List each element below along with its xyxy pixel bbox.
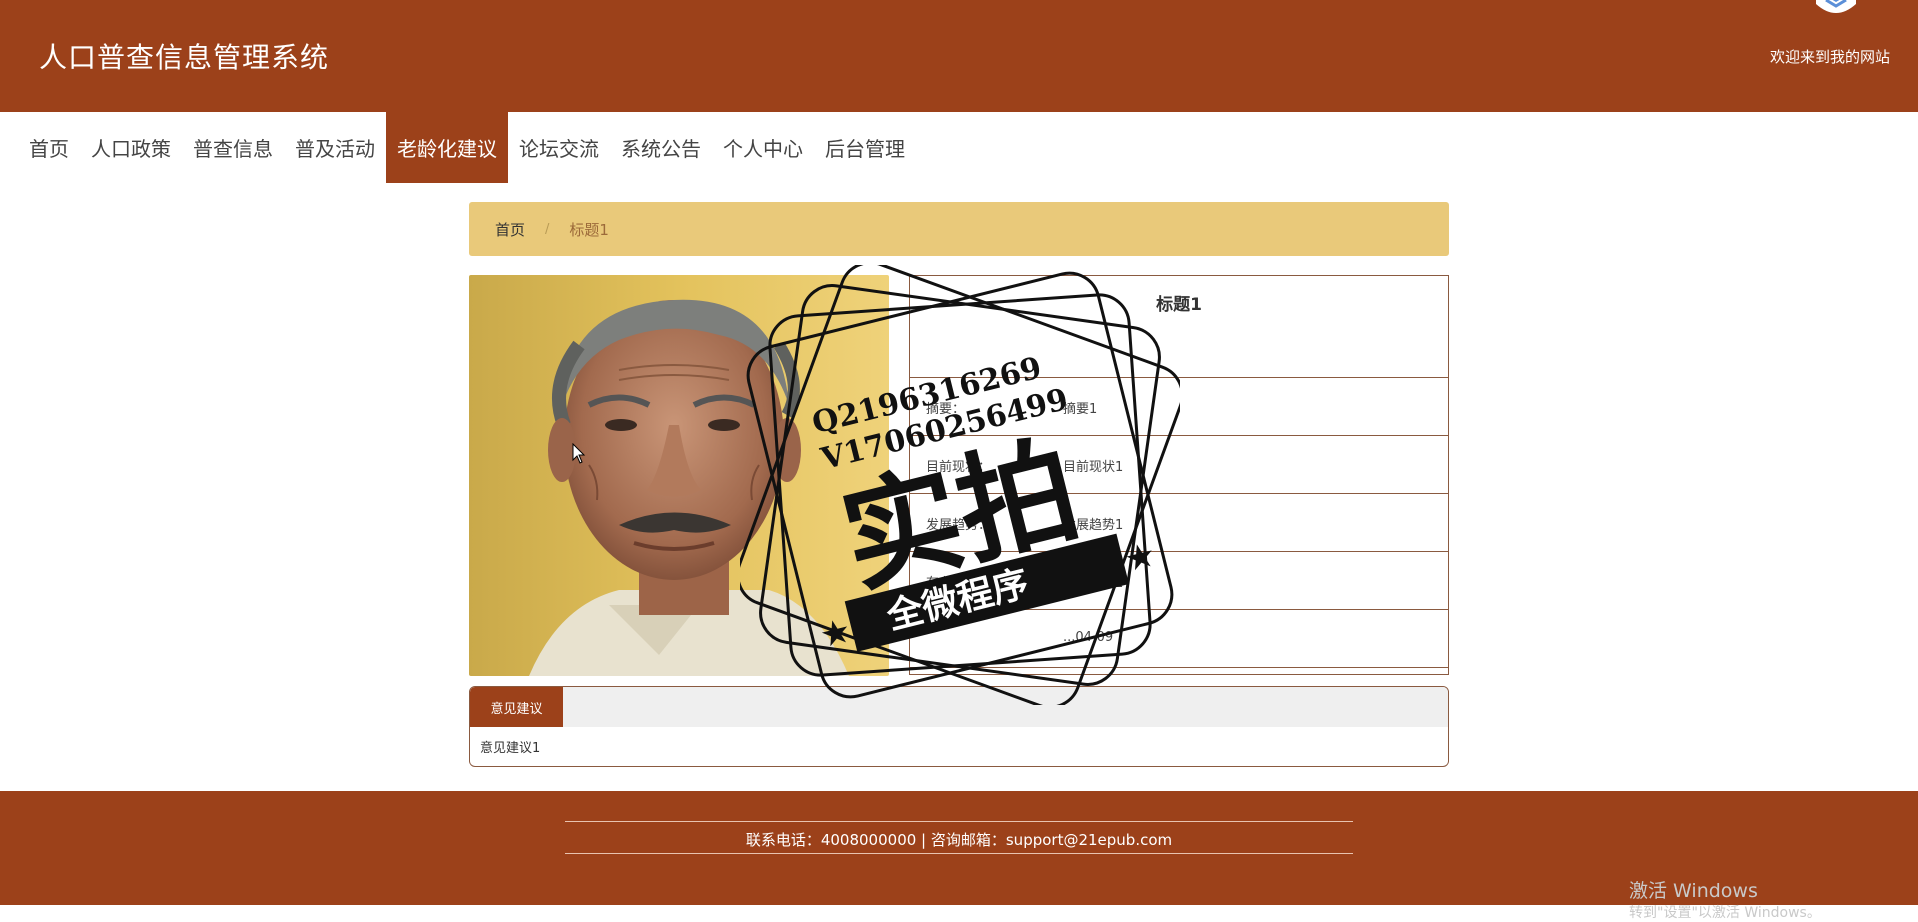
- main-nav: 首页 人口政策 普查信息 普及活动 老龄化建议 论坛交流 系统公告 个人中心 后…: [0, 112, 1918, 183]
- detail-title: 标题1: [910, 276, 1448, 378]
- detail-table: 标题1 摘要： 摘要1 目前现状： 目前现状1 发展趋势： 发展趋势1 存在问题…: [909, 275, 1449, 675]
- detail-row-trend: 发展趋势： 发展趋势1: [910, 494, 1448, 552]
- site-title[interactable]: 人口普查信息管理系统: [39, 36, 329, 76]
- detail-label: 目前现状：: [926, 460, 992, 475]
- portrait-image: [469, 275, 889, 676]
- nav-item-outreach-activities[interactable]: 普及活动: [284, 112, 386, 183]
- nav-item-announcements[interactable]: 系统公告: [610, 112, 712, 183]
- detail-value: 摘要1: [1063, 402, 1098, 417]
- welcome-text: 欢迎来到我的网站: [1769, 48, 1890, 66]
- nav-item-personal-center[interactable]: 个人中心: [712, 112, 814, 183]
- nav-item-home[interactable]: 首页: [18, 112, 80, 183]
- footer-contact: 联系电话：4008000000 | 咨询邮箱：support@21epub.co…: [745, 831, 1173, 849]
- windows-activation-subtitle: 转到"设置"以激活 Windows。: [1629, 905, 1821, 921]
- detail-label: 发展趋势：: [926, 518, 992, 533]
- detail-label: 存在问题：: [926, 576, 992, 591]
- suggestions-tabbar: 意见建议: [470, 687, 1448, 727]
- breadcrumb-current: 标题1: [569, 220, 609, 239]
- nav-item-population-policy[interactable]: 人口政策: [80, 112, 182, 183]
- detail-row-summary: 摘要： 摘要1: [910, 378, 1448, 436]
- footer-divider: [565, 853, 1353, 854]
- tab-suggestions[interactable]: 意见建议: [470, 687, 563, 727]
- nav-item-forum[interactable]: 论坛交流: [508, 112, 610, 183]
- site-header: 人口普查信息管理系统 欢迎来到我的网站: [0, 0, 1918, 112]
- detail-value: ...04-09: [1063, 630, 1114, 645]
- nav-item-census-info[interactable]: 普查信息: [182, 112, 284, 183]
- breadcrumb: 首页 / 标题1: [469, 202, 1449, 256]
- detail-label: 摘要：: [926, 402, 966, 417]
- breadcrumb-separator: /: [545, 221, 550, 237]
- detail-row-date: ...04-09: [910, 610, 1448, 668]
- nav-item-admin[interactable]: 后台管理: [814, 112, 916, 183]
- detail-row-problems: 存在问题： 存在问题1: [910, 552, 1448, 610]
- article-photo: [469, 275, 889, 676]
- mouse-cursor-icon: [572, 443, 586, 464]
- footer-divider: [565, 821, 1353, 822]
- windows-activation-title: 激活 Windows: [1629, 880, 1758, 902]
- detail-value: 发展趋势1: [1063, 518, 1124, 533]
- detail-value: 存在问题1: [1063, 576, 1124, 591]
- detail-row-status: 目前现状： 目前现状1: [910, 436, 1448, 494]
- breadcrumb-home-link[interactable]: 首页: [495, 219, 525, 240]
- suggestions-content: 意见建议1: [480, 741, 541, 756]
- detail-value: 目前现状1: [1063, 460, 1124, 475]
- suggestions-panel: 意见建议 意见建议1: [469, 686, 1449, 767]
- nav-item-aging-suggestions[interactable]: 老龄化建议: [386, 112, 508, 183]
- badge-icon: [1816, 0, 1856, 13]
